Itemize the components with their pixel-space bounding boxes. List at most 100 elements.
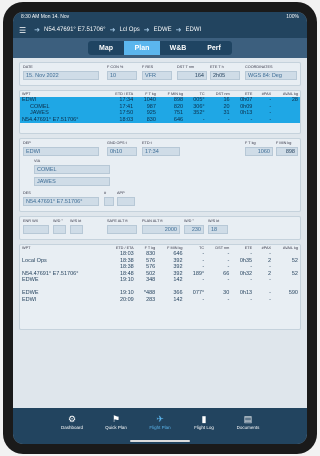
route-from[interactable]: N54.47691° E7.51706° <box>44 27 106 33</box>
cell: N54.47691° E7.51706° <box>22 116 79 123</box>
status-date: Mon 14. Nov <box>40 14 70 20</box>
wd2-label: W/D ° <box>184 219 194 223</box>
route-table: WPT ETD / ETA F T kg F MIN kg TC DST nm … <box>20 91 300 123</box>
enr-wx-field[interactable] <box>23 225 49 234</box>
status-time: 8:30 AM <box>21 14 40 20</box>
fcon-field[interactable]: 10 <box>107 71 137 80</box>
fmin-field: 898 <box>276 147 298 156</box>
wd2-field[interactable]: 230 <box>184 225 204 234</box>
plan-alt-field[interactable]: 2000 <box>142 225 180 234</box>
ws-label: W/S kt <box>70 219 82 223</box>
screen: 8:30 AM Mon 14. Nov 100% ☰ ➜ N54.47691° … <box>13 12 307 444</box>
cell: - <box>269 296 272 303</box>
segment-bar: Map Plan W&B Perf <box>13 38 307 58</box>
ws2-field[interactable]: 18 <box>208 225 228 234</box>
tab-quick-plan[interactable]: ⚑ Quick Plan <box>98 414 134 444</box>
route-navbar: ☰ ➜ N54.47691° E7.51706° ➜ Lcl Ops ➜ EDW… <box>13 22 307 38</box>
ws-field[interactable] <box>70 225 83 234</box>
cell: 830 <box>146 116 156 123</box>
cell: 18:03 <box>119 116 134 123</box>
enr-wx-label: ENR WX <box>23 219 39 223</box>
tab-label: Quick Plan <box>105 425 127 430</box>
cell <box>273 297 300 304</box>
wind-panel: ENR WX W/D ° W/S kt SAFE ALT ft PLAN ALT… <box>19 216 301 240</box>
segment-map[interactable]: Map <box>88 41 124 55</box>
cell <box>273 117 300 124</box>
cell: - <box>227 116 230 123</box>
dst-total-field: 164 <box>177 71 207 80</box>
segment-perf[interactable]: Perf <box>196 41 232 55</box>
etd-field[interactable]: 17:34 <box>142 147 180 156</box>
gnd-ops-field[interactable]: 0h10 <box>107 147 137 156</box>
cell: - <box>250 296 253 303</box>
tab-documents[interactable]: ▤ Documents <box>230 414 266 444</box>
cell: 20:09 <box>119 296 134 303</box>
safe-alt-field[interactable] <box>107 225 137 234</box>
legs-table-panel: WPT ETD / ETA F T kg F MIN kg TC DST nm … <box>19 244 301 330</box>
dep-field[interactable]: EDWI <box>23 147 99 156</box>
via-field-2[interactable]: JAWES <box>34 177 110 186</box>
tab-flight-log[interactable]: ▮ Flight Log <box>186 414 222 444</box>
coordinates-field[interactable]: WGS 84: Deg <box>245 71 297 80</box>
tab-label: Flight Log <box>194 425 214 430</box>
wd-field[interactable] <box>53 225 66 234</box>
ete-total-field: 2h05 <box>210 71 240 80</box>
hash-field[interactable] <box>104 197 114 206</box>
safe-alt-label: SAFE ALT ft <box>107 219 128 223</box>
ft-label: F T kg <box>245 141 256 145</box>
bottom-tab-bar: ⚙ Dashboard ⚑ Quick Plan ✈ Flight Plan ▮… <box>13 408 307 444</box>
gnd-ops-label: GND OPS t <box>107 141 127 145</box>
cell: - <box>227 296 230 303</box>
fres-field[interactable]: VFR <box>142 71 172 80</box>
cell: 142 <box>173 296 183 303</box>
des-label: DES <box>23 191 31 195</box>
plan-header-panel: DATE 15. Nov 2022 F CON % 10 F RES VFR D… <box>19 62 301 86</box>
legs-table: WPT ETD / ETA F T kg F MIN kg TC DST nm … <box>20 245 300 303</box>
segment-plan[interactable]: Plan <box>124 41 160 55</box>
plane-icon: ✈ <box>156 414 164 424</box>
fres-label: F RES <box>142 65 154 69</box>
menu-icon[interactable]: ☰ <box>19 26 26 35</box>
home-indicator <box>130 440 190 442</box>
gears-icon: ⚙ <box>67 414 77 424</box>
app-label: APP <box>117 191 125 195</box>
arrow-right-icon: ➜ <box>34 27 41 34</box>
etd-label: ETD t <box>142 141 152 145</box>
hash-label: # <box>104 191 107 195</box>
route-table-panel: WPT ETD / ETA F T kg F MIN kg TC DST nm … <box>19 90 301 134</box>
dst-total-label: DST T nm <box>177 65 195 69</box>
table-row[interactable]: EDWI 20:09 283 142 - - - - <box>20 297 300 304</box>
status-bar: 8:30 AM Mon 14. Nov 100% <box>13 12 307 22</box>
ws2-label: W/S kt <box>208 219 220 223</box>
cell: - <box>202 116 205 123</box>
tablet-frame: 8:30 AM Mon 14. Nov 100% ☰ ➜ N54.47691° … <box>3 2 317 454</box>
tab-label: Flight Plan <box>149 425 171 430</box>
coordinates-label: COORDINATES <box>245 65 273 69</box>
app-field[interactable] <box>117 197 135 206</box>
via-field-1[interactable]: COMEL <box>34 165 110 174</box>
flag-icon: ⚑ <box>111 414 121 424</box>
segmented-control: Map Plan W&B Perf <box>88 41 232 55</box>
table-row[interactable]: N54.47691° E7.51706° 18:03 830 646 - - - - <box>20 116 300 124</box>
segment-wb[interactable]: W&B <box>160 41 196 55</box>
battery-indicator: 100% <box>286 14 299 20</box>
flight-plan-content: DATE 15. Nov 2022 F CON % 10 F RES VFR D… <box>13 58 307 408</box>
tab-dashboard[interactable]: ⚙ Dashboard <box>54 414 90 444</box>
cell: 283 <box>146 296 156 303</box>
route-via[interactable]: Lcl Ops <box>119 27 139 33</box>
ft-field[interactable]: 1060 <box>245 147 273 156</box>
des-field[interactable]: N54.47691° E7.51706° <box>23 197 99 206</box>
route-to-2[interactable]: EDWI <box>186 27 202 33</box>
via-label: VIA <box>34 159 41 163</box>
date-label: DATE <box>23 65 33 69</box>
documents-icon: ▤ <box>243 414 253 424</box>
cell: - <box>202 296 205 303</box>
dep-label: DEP <box>23 141 31 145</box>
cell: - <box>250 116 253 123</box>
route-to-1[interactable]: EDWE <box>154 27 172 33</box>
arrow-right-icon: ➜ <box>109 27 116 34</box>
date-field[interactable]: 15. Nov 2022 <box>23 71 99 80</box>
tab-label: Dashboard <box>60 425 83 430</box>
cell: 646 <box>173 116 184 123</box>
cell: EDWI <box>22 296 37 303</box>
